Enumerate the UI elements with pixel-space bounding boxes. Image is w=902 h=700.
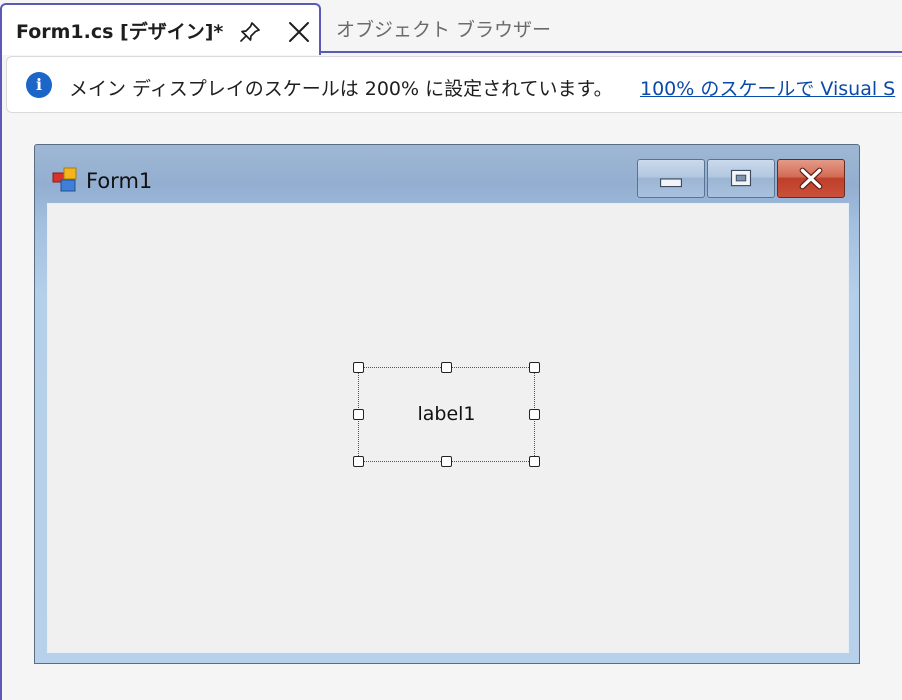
minimize-icon <box>659 178 683 188</box>
label1[interactable]: label1 <box>358 403 535 425</box>
maximize-button[interactable] <box>707 159 775 198</box>
resize-handle-left[interactable] <box>353 409 364 420</box>
form-app-icon <box>52 167 78 193</box>
tab-strip-underline <box>321 51 902 53</box>
resize-handle-top-left[interactable] <box>353 362 364 373</box>
info-icon: i <box>26 72 52 98</box>
info-message: メイン ディスプレイのスケールは 200% に設定されています。 <box>69 78 613 100</box>
close-icon <box>799 167 823 190</box>
form-title: Form1 <box>86 169 153 193</box>
resize-handle-top-right[interactable] <box>529 362 540 373</box>
pin-icon[interactable] <box>238 20 262 44</box>
resize-handle-bottom[interactable] <box>441 456 452 467</box>
tab-object-browser[interactable]: オブジェクト ブラウザー <box>336 15 551 42</box>
resize-handle-bottom-right[interactable] <box>529 456 540 467</box>
tab-title: Form1.cs [デザイン]* <box>16 21 224 43</box>
resize-handle-top[interactable] <box>441 362 452 373</box>
document-tab-strip: Form1.cs [デザイン]* オブジェクト ブラウザー <box>0 0 902 55</box>
close-button[interactable] <box>777 159 845 198</box>
restart-at-100-scale-link[interactable]: 100% のスケールで Visual S <box>640 74 895 101</box>
resize-handle-bottom-left[interactable] <box>353 456 364 467</box>
tab-form1-design[interactable]: Form1.cs [デザイン]* <box>0 3 321 55</box>
tab-close-icon[interactable] <box>286 19 312 45</box>
minimize-button[interactable] <box>637 159 705 198</box>
scaling-info-bar: i メイン ディスプレイのスケールは 200% に設定されています。 100% … <box>6 56 902 113</box>
maximize-icon <box>730 169 752 187</box>
resize-handle-right[interactable] <box>529 409 540 420</box>
